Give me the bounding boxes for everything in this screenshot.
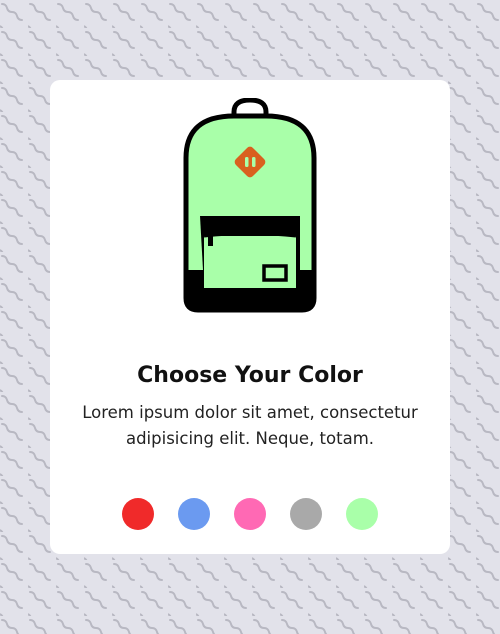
color-swatch-green[interactable] (346, 498, 378, 530)
card-title: Choose Your Color (137, 363, 363, 388)
card-description: Lorem ipsum dolor sit amet, consectetur … (82, 403, 418, 448)
color-swatch-gray[interactable] (290, 498, 322, 530)
color-swatch-pink[interactable] (234, 498, 266, 530)
color-swatches (122, 498, 378, 530)
color-swatch-blue[interactable] (178, 498, 210, 530)
product-card: Choose Your Color Lorem ipsum dolor sit … (50, 80, 450, 554)
backpack-icon (183, 98, 317, 313)
color-swatch-red[interactable] (122, 498, 154, 530)
